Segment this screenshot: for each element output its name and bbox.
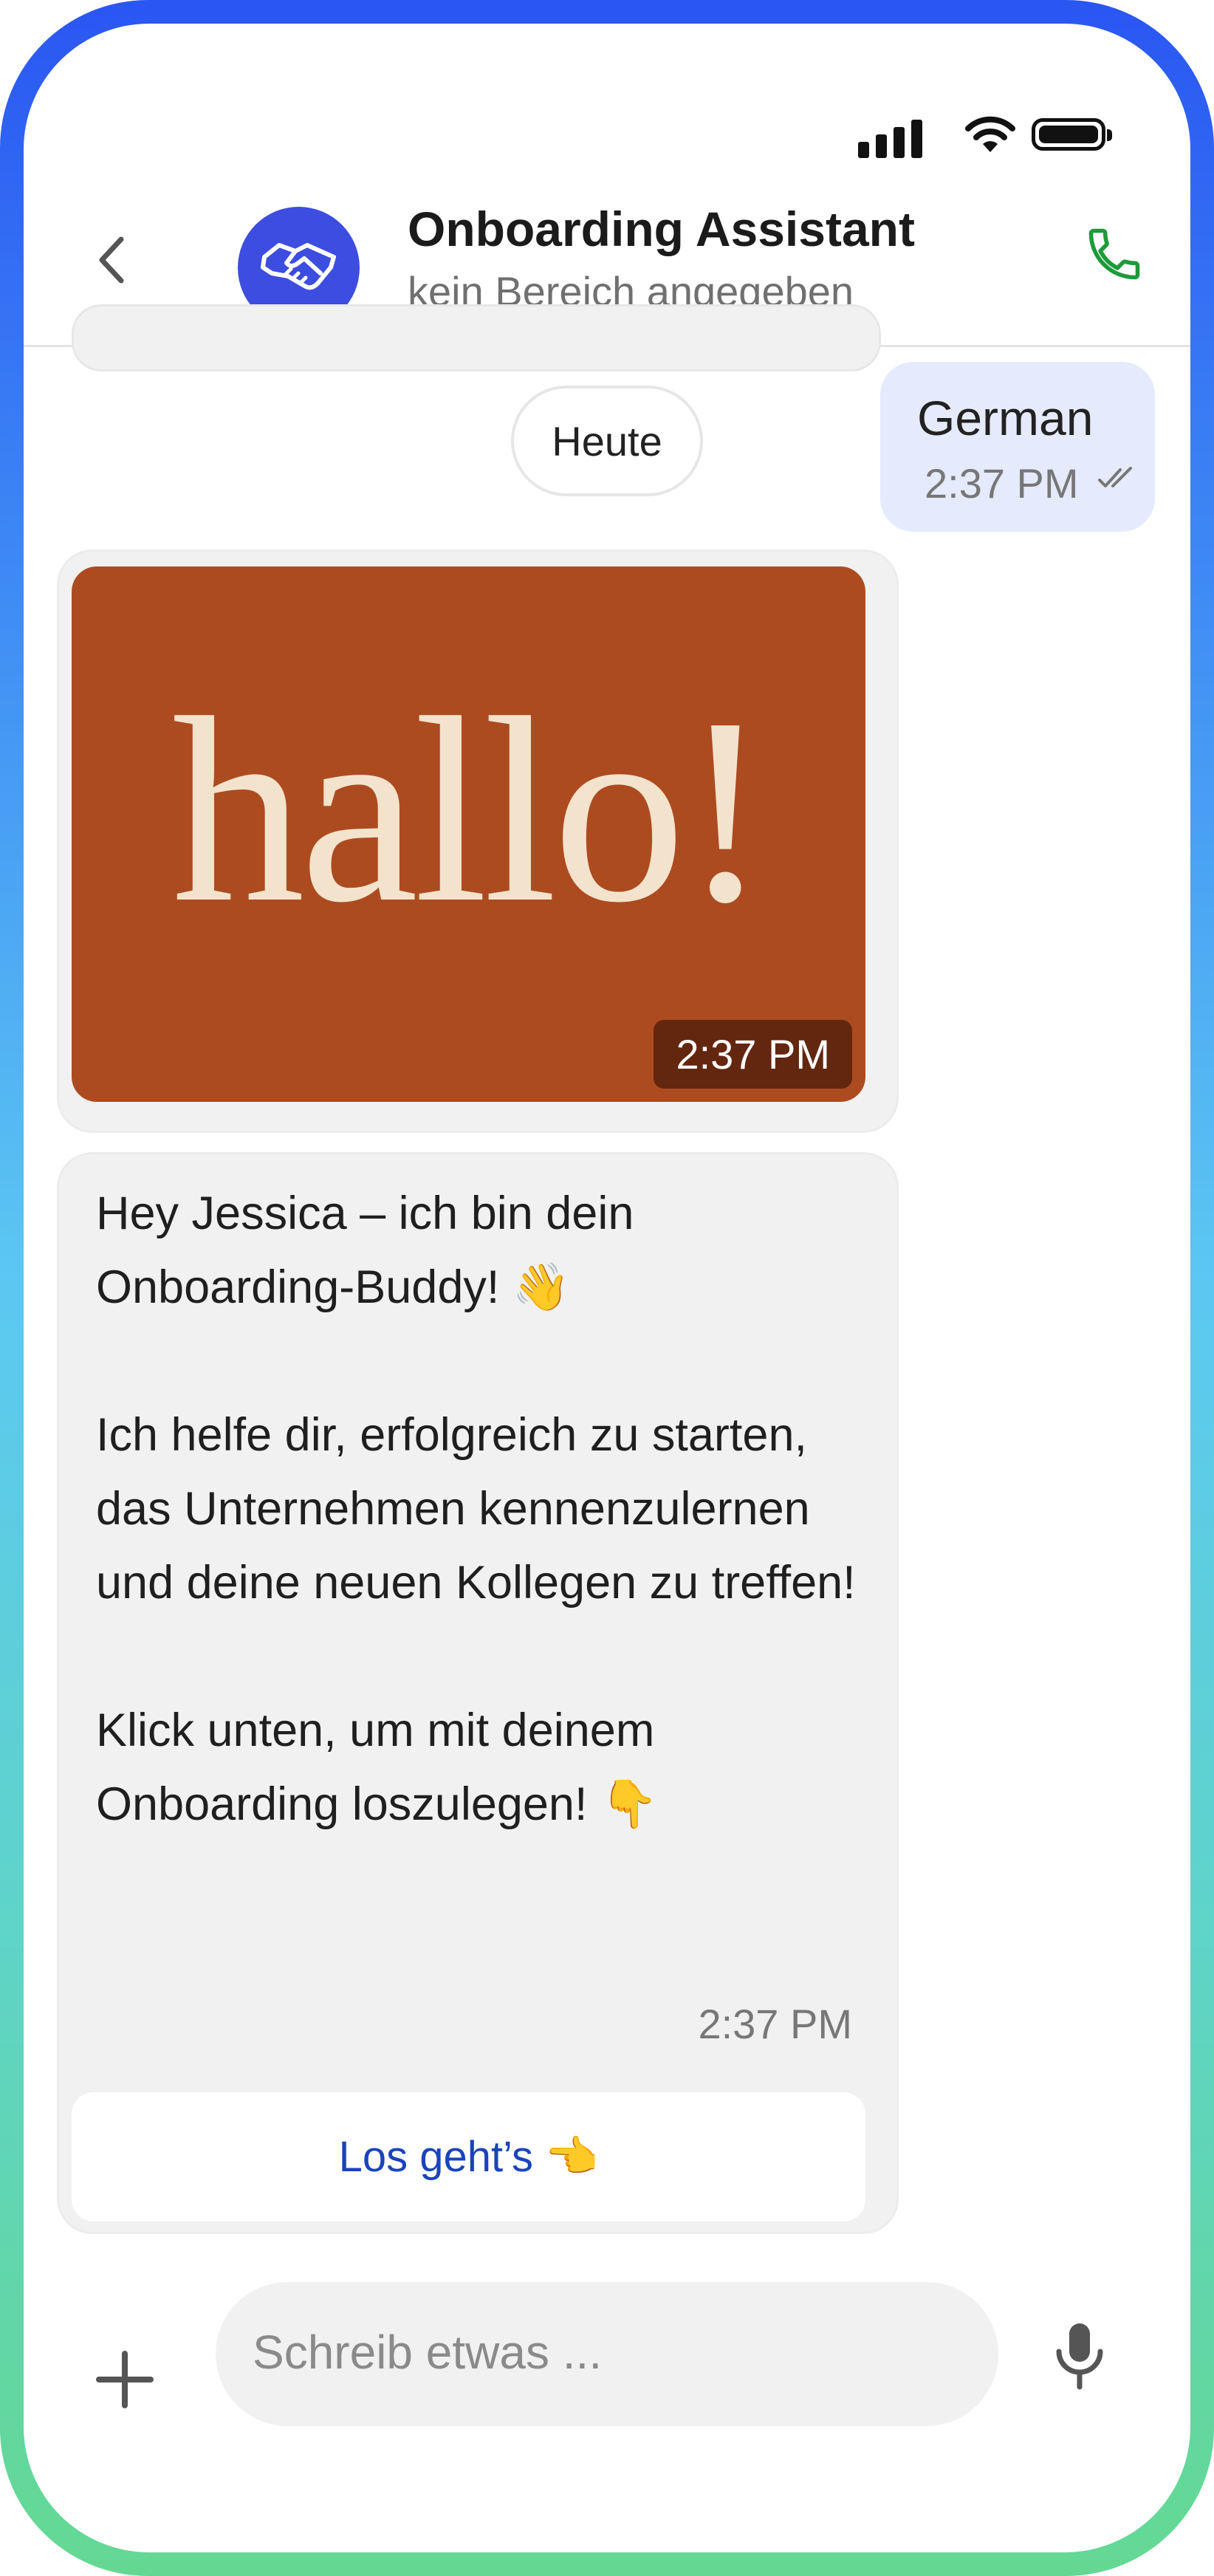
image-message[interactable]: hallo! 2:37 PM	[57, 549, 899, 1133]
chat-screen: Onboarding Assistant kein Bereich angege…	[24, 24, 1190, 2552]
lets-go-button[interactable]: Los geht’s 👈	[72, 2092, 865, 2222]
message-time: 2:37 PM	[925, 460, 1079, 507]
signal-bar	[911, 120, 922, 158]
wifi-icon	[965, 116, 1015, 152]
date-separator: Heute	[511, 386, 703, 496]
message-text: German	[917, 391, 1094, 445]
status-bar	[858, 111, 1153, 162]
previous-message	[72, 304, 881, 371]
message-input[interactable]: Schreib etwas ...	[216, 2282, 998, 2426]
incoming-message: Hey Jessica – ich bin dein Onboarding-Bu…	[57, 1152, 899, 2234]
message-time: 2:37 PM	[654, 1020, 852, 1089]
image-lettering: hallo!	[171, 662, 770, 957]
read-receipt-icon	[1098, 467, 1132, 487]
back-icon[interactable]	[90, 230, 134, 290]
battery-icon	[1032, 118, 1112, 151]
message-time: 2:37 PM	[698, 2001, 852, 2047]
signal-icon	[858, 142, 869, 158]
plus-icon[interactable]	[92, 2346, 158, 2413]
chat-title: Onboarding Assistant	[408, 202, 915, 256]
input-placeholder: Schreib etwas ...	[253, 2326, 603, 2379]
handshake-icon	[260, 242, 336, 290]
hallo-image[interactable]: hallo! 2:37 PM	[72, 566, 865, 1102]
signal-bar	[894, 127, 905, 158]
microphone-icon[interactable]	[1050, 2319, 1109, 2393]
outgoing-message[interactable]: German 2:37 PM	[880, 362, 1155, 532]
signal-bar	[876, 134, 887, 158]
phone-icon[interactable]	[1083, 223, 1145, 285]
message-text: Hey Jessica – ich bin dein Onboarding-Bu…	[96, 1188, 856, 1830]
